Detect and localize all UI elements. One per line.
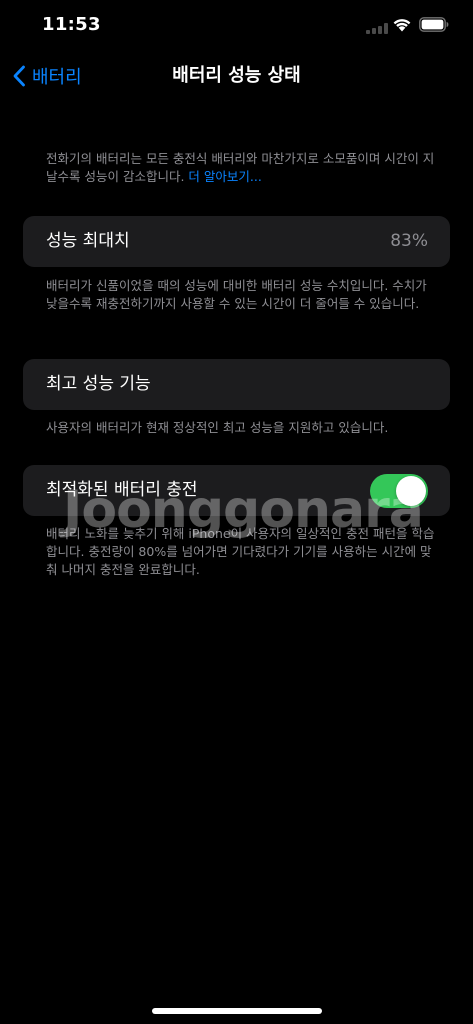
max-capacity-description: 배터리가 신품이었을 때의 성능에 대비한 배터리 성능 수치입니다. 수치가 … — [46, 278, 427, 311]
chevron-left-icon — [13, 65, 25, 87]
home-indicator[interactable] — [152, 1008, 322, 1014]
peak-performance-description: 사용자의 배터리가 현재 정상적인 최고 성능을 지원하고 있습니다. — [46, 420, 389, 435]
cellular-signal-icon — [366, 23, 388, 34]
optimized-charging-description: 배터리 노화를 늦추기 위해 iPhone이 사용자의 일상적인 충전 패턴을 … — [46, 526, 435, 577]
back-button-label: 배터리 — [32, 67, 82, 88]
intro-description: 전화기의 배터리는 모든 충전식 배터리와 마찬가지로 소모품이며 시간이 지날… — [46, 150, 436, 186]
peak-performance-label: 최고 성능 기능 — [46, 374, 151, 394]
wifi-icon — [393, 19, 411, 32]
optimized-charging-cell: 최적화된 배터리 충전 — [23, 465, 450, 516]
optimized-charging-label: 최적화된 배터리 충전 — [46, 480, 198, 500]
learn-more-link[interactable]: 더 알아보기... — [188, 169, 261, 184]
status-time: 11:53 — [42, 14, 101, 35]
toggle-knob — [396, 476, 426, 506]
max-capacity-cell: 성능 최대치 83% — [23, 216, 450, 267]
max-capacity-label: 성능 최대치 — [46, 231, 130, 251]
status-bar: 11:53 — [0, 0, 473, 50]
max-capacity-value: 83% — [390, 231, 428, 251]
battery-icon — [419, 17, 449, 32]
peak-performance-cell: 최고 성능 기능 — [23, 359, 450, 410]
optimized-charging-toggle[interactable] — [370, 474, 428, 508]
back-button[interactable]: 배터리 — [12, 61, 82, 91]
